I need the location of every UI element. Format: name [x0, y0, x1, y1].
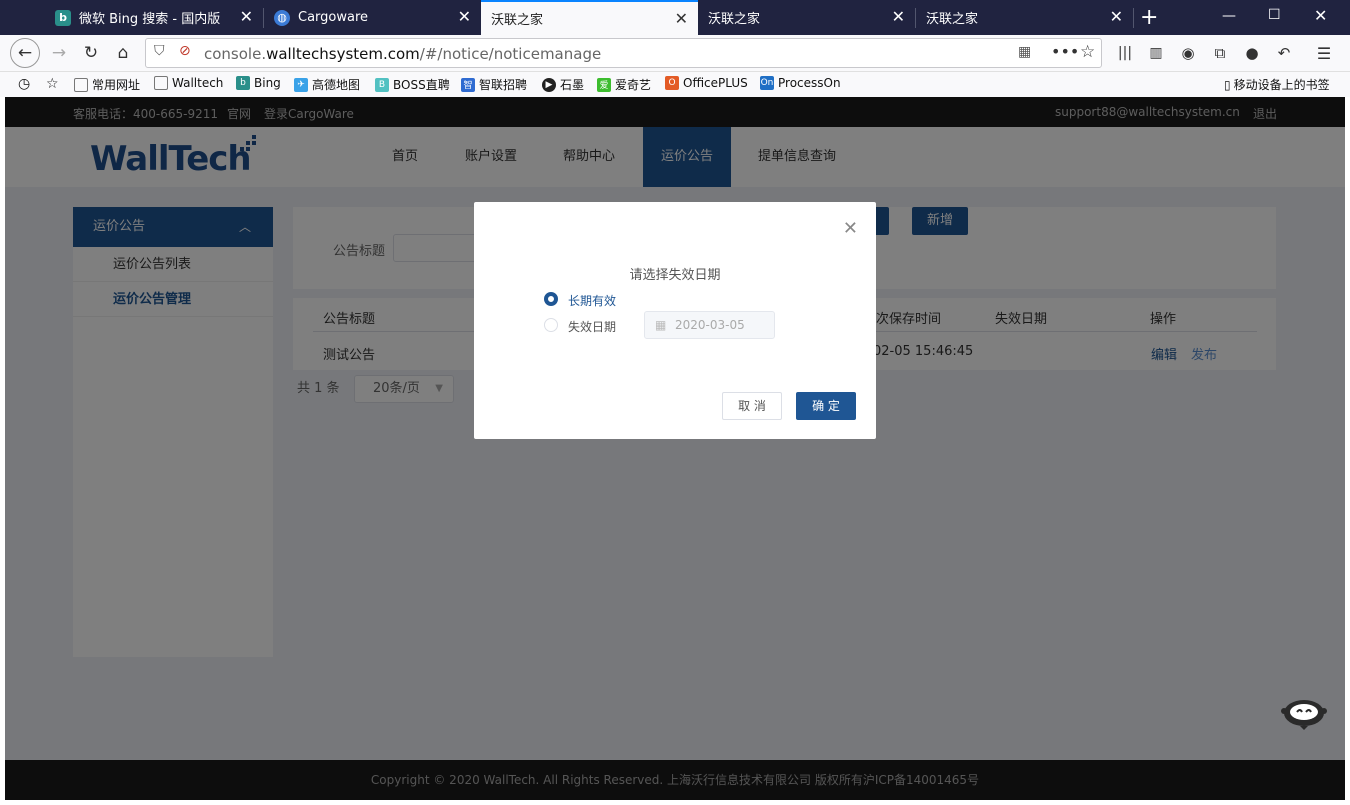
dialog-title: 请选择失效日期: [629, 268, 721, 283]
close-icon[interactable]: ✕: [1110, 8, 1123, 26]
tab-walltech-2[interactable]: 沃联之家 ✕: [698, 0, 915, 35]
bookmark-boss[interactable]: B BOSS直聘: [375, 76, 450, 93]
bookmark-amap[interactable]: ✈ 高德地图: [294, 76, 360, 93]
bookmark-iqiyi[interactable]: 爱爱奇艺: [597, 76, 651, 93]
folder-icon: [74, 77, 88, 92]
radio-long-term[interactable]: [544, 292, 558, 306]
expiry-date-dialog: ✕ 请选择失效日期 长期有效 失效日期 ▦ 2020-03-05 取 消 确 定: [474, 202, 876, 439]
minimize-icon[interactable]: —: [1222, 8, 1236, 24]
expiry-date-input[interactable]: ▦ 2020-03-05: [644, 311, 775, 339]
browser-navbar: ← → ↻ ⌂ ⛉ ⊘ console.walltechsystem.com/#…: [0, 35, 1350, 72]
site-viewport: 客服电话：400-665-9211 官网 登录CargoWare support…: [5, 97, 1345, 800]
shimo-icon: ▶: [542, 77, 556, 92]
home-icon[interactable]: ⌂: [112, 42, 134, 64]
radio-expiry-date-label[interactable]: 失效日期: [568, 318, 616, 335]
bing-icon: b: [55, 9, 71, 26]
chat-robot-icon[interactable]: [1280, 697, 1328, 731]
window-close-icon[interactable]: ✕: [1314, 6, 1327, 25]
tab-title: 微软 Bing 搜索 - 国内版: [79, 12, 221, 27]
iqiyi-icon: 爱: [597, 77, 611, 92]
reload-icon[interactable]: ↻: [80, 42, 102, 64]
processon-icon: On: [760, 76, 774, 90]
close-icon[interactable]: ✕: [843, 220, 858, 238]
account-icon[interactable]: ◉: [1177, 42, 1199, 64]
bing-icon: b: [236, 76, 250, 90]
url-text[interactable]: console.walltechsystem.com/#/notice/noti…: [204, 45, 601, 63]
history-icon[interactable]: ◷: [18, 76, 30, 92]
globe-icon: ◍: [274, 9, 290, 26]
new-tab-icon[interactable]: +: [1140, 5, 1158, 30]
tab-bing[interactable]: b 微软 Bing 搜索 - 国内版 ✕: [45, 0, 263, 35]
bookmarks-bar: ◷ ☆ 常用网址 Walltech b Bing ✈ 高德地图 B BOSS直聘 智智…: [0, 72, 1350, 97]
tab-title: 沃联之家: [708, 12, 761, 27]
bookmark-officeplus[interactable]: O OfficePLUS: [665, 76, 748, 90]
amap-icon: ✈: [294, 77, 308, 92]
star-bookmark-icon[interactable]: ☆: [46, 76, 59, 92]
mobile-icon: ▯: [1224, 77, 1231, 92]
insecure-lock-icon[interactable]: ⊘: [179, 43, 191, 59]
shield-icon[interactable]: ⛉: [154, 43, 165, 59]
close-icon[interactable]: ✕: [458, 8, 471, 26]
close-icon[interactable]: ✕: [675, 10, 688, 28]
bookmark-processon[interactable]: On ProcessOn: [760, 76, 841, 90]
bookmark-shimo[interactable]: ▶ 石墨: [542, 76, 584, 93]
library-icon[interactable]: |||: [1114, 42, 1136, 64]
tab-title: 沃联之家: [491, 13, 544, 28]
close-icon[interactable]: ✕: [892, 8, 905, 26]
url-bar[interactable]: ⛉ ⊘ console.walltechsystem.com/#/notice/…: [145, 38, 1102, 68]
screenshot-icon[interactable]: ⧉: [1209, 42, 1231, 64]
close-icon[interactable]: ✕: [240, 8, 253, 26]
bookmark-changyong[interactable]: 常用网址: [74, 76, 140, 93]
boss-icon: B: [375, 77, 389, 92]
cancel-button[interactable]: 取 消: [722, 392, 782, 420]
menu-icon[interactable]: ☰: [1313, 42, 1335, 64]
browser-tabbar: b 微软 Bing 搜索 - 国内版 ✕ ◍ Cargoware ✕ 沃联之家 …: [0, 0, 1350, 35]
tab-title: Cargoware: [298, 10, 369, 25]
radio-long-term-label[interactable]: 长期有效: [568, 292, 616, 309]
more-icon[interactable]: •••: [1051, 42, 1079, 61]
tab-cargoware[interactable]: ◍ Cargoware ✕: [264, 0, 481, 35]
folder-icon: [154, 76, 168, 90]
back-icon[interactable]: ←: [10, 38, 40, 68]
star-icon[interactable]: ☆: [1080, 42, 1095, 62]
bookmark-zhaopin[interactable]: 智智联招聘: [461, 76, 527, 93]
calendar-icon: ▦: [655, 318, 667, 332]
tab-walltech-active[interactable]: 沃联之家 ✕: [481, 0, 698, 35]
sidebar-icon[interactable]: ▥: [1145, 42, 1167, 64]
tab-title: 沃联之家: [926, 12, 979, 27]
chat-icon[interactable]: ●: [1241, 42, 1263, 64]
maximize-icon[interactable]: ☐: [1268, 7, 1281, 23]
tab-separator: [1133, 8, 1134, 28]
qr-code-icon[interactable]: ▦: [1018, 44, 1031, 60]
bookmark-mobile[interactable]: ▯ 移动设备上的书签: [1224, 76, 1330, 93]
radio-expiry-date[interactable]: [544, 318, 558, 332]
undo-icon[interactable]: ↶: [1273, 42, 1295, 64]
forward-icon[interactable]: →: [48, 42, 70, 64]
confirm-button[interactable]: 确 定: [796, 392, 856, 420]
officeplus-icon: O: [665, 76, 679, 90]
bookmark-bing[interactable]: b Bing: [236, 76, 281, 90]
zhaopin-icon: 智: [461, 77, 475, 92]
tab-walltech-3[interactable]: 沃联之家 ✕: [916, 0, 1133, 35]
bookmark-walltech[interactable]: Walltech: [154, 76, 223, 90]
